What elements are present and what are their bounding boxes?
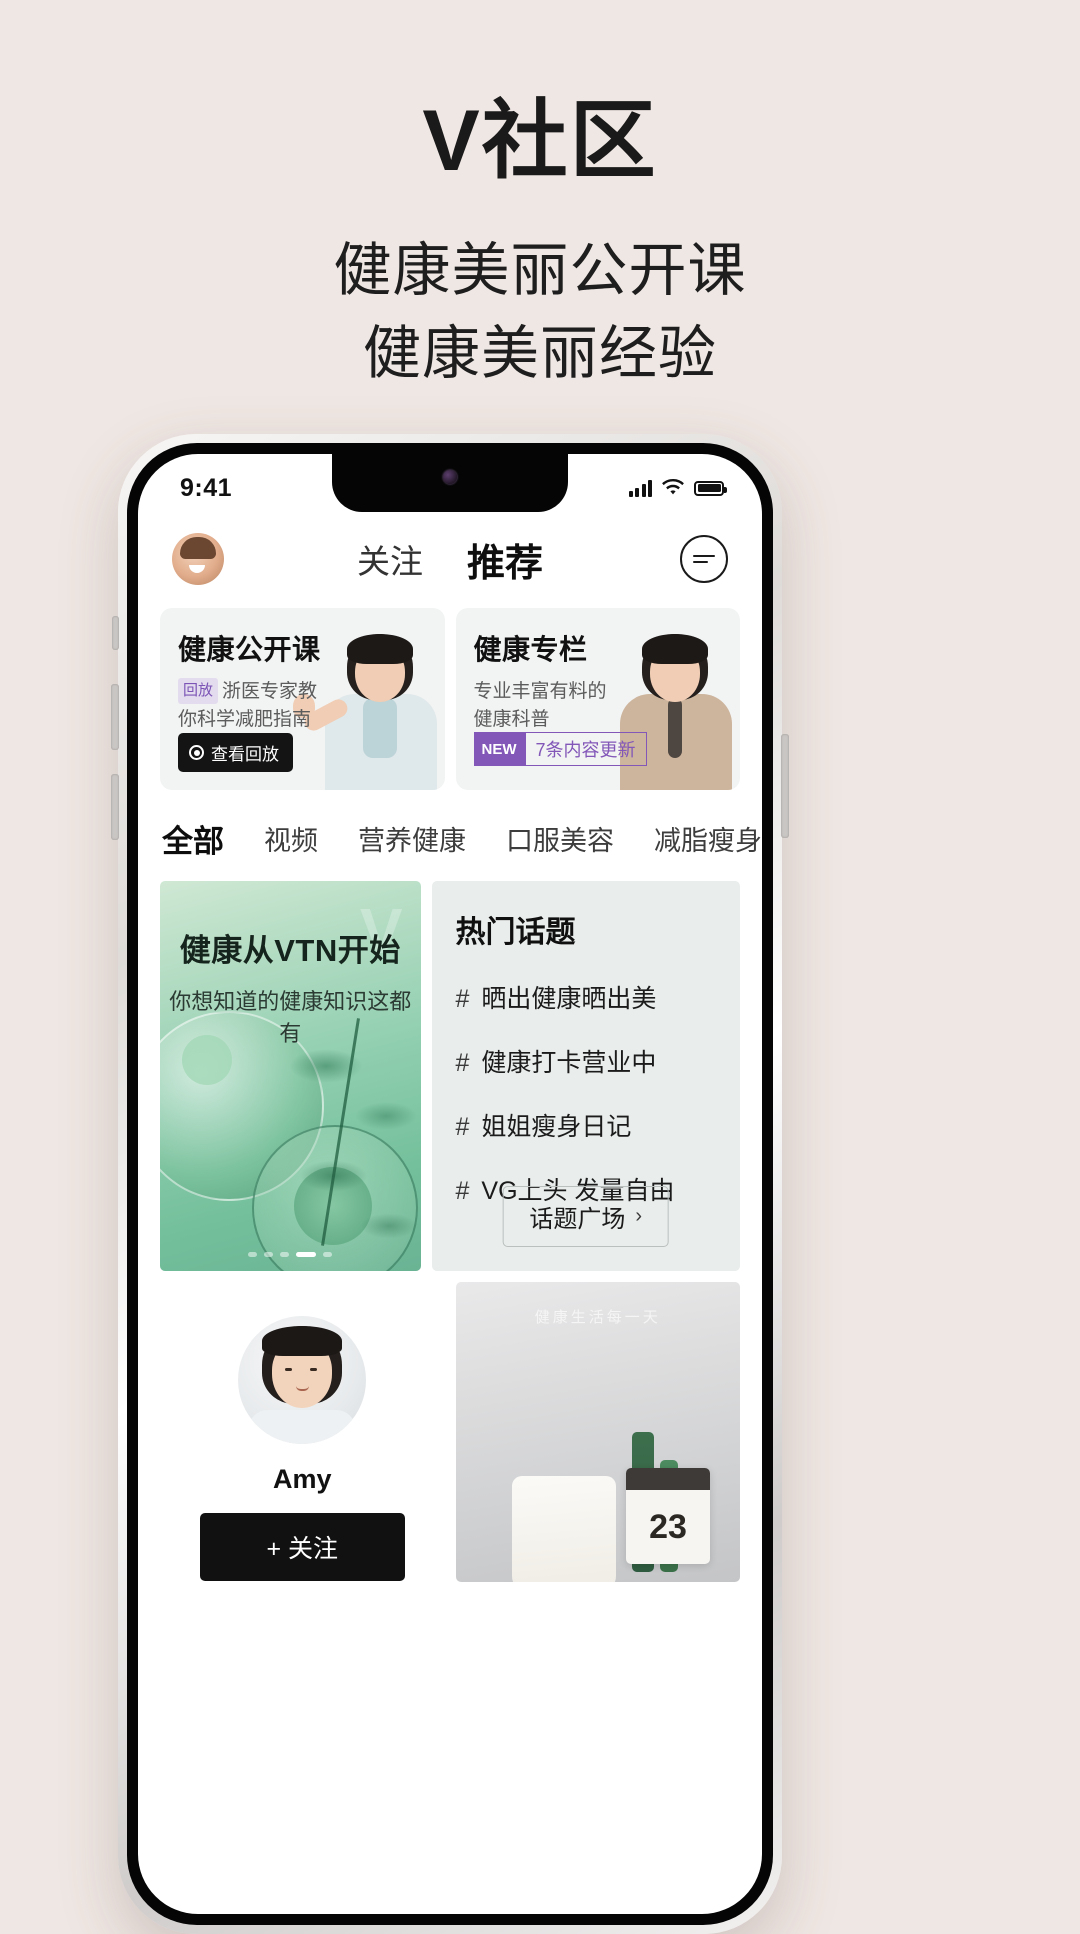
hot-topics-title: 热门话题	[455, 916, 576, 949]
category-tabs: 全部 视频 营养健康 口服美容 减脂瘦身 护	[138, 790, 762, 881]
topic-plaza-label: 话题广场	[529, 1206, 626, 1233]
message-bubble-icon[interactable]	[680, 535, 728, 583]
app-navigation-bar: 关注 推荐	[138, 516, 762, 602]
category-tab-all[interactable]: 全部	[162, 816, 224, 861]
avatar[interactable]	[172, 533, 224, 585]
poster-header: V社区 健康美丽公开课 健康美丽经验	[0, 0, 1080, 395]
topic-plaza-button[interactable]: 话题广场 ›	[502, 1186, 670, 1247]
power-button[interactable]	[781, 734, 789, 838]
banner-desc-line-2: 健康科普	[473, 708, 550, 730]
topic-label: 姐姐瘦身日记	[481, 1113, 632, 1141]
topic-item[interactable]: # 晒出健康晒出美	[456, 979, 717, 1015]
view-replay-label: 查看回放	[211, 745, 279, 764]
banner-desc-line-1: 专业丰富有料的	[473, 681, 607, 702]
banner-description: 专业丰富有料的 健康科普	[474, 678, 624, 733]
category-tab-slimming[interactable]: 减脂瘦身	[654, 819, 762, 858]
topic-label: 健康打卡营业中	[481, 1049, 657, 1077]
banner-card-health-column[interactable]: 健康专栏 专业丰富有料的 健康科普 NEW 7条内容更新	[455, 608, 740, 790]
phone-screen: 9:41 关注 推荐 健康公开课 回放 浙医专家教 你科学减肥指南 查看回放 健…	[138, 454, 762, 1914]
cellular-signal-icon	[628, 479, 652, 497]
banner-row: 健康公开课 回放 浙医专家教 你科学减肥指南 查看回放 健康专栏 专业丰富有料的…	[138, 602, 762, 790]
milk-glass	[511, 1476, 616, 1582]
doctor-shirt	[362, 698, 397, 758]
leaf-illustration	[280, 1011, 421, 1261]
hot-topics-panel: 热门话题 # 晒出健康晒出美 # 健康打卡营业中 # 姐姐瘦身日记 # VG上头…	[431, 881, 740, 1271]
volume-up-button[interactable]	[111, 684, 119, 750]
battery-icon	[694, 480, 727, 496]
poster-subtitle-line-2: 健康美丽经验	[362, 320, 717, 386]
avatar	[238, 1316, 367, 1444]
mute-switch[interactable]	[112, 616, 119, 650]
hash-icon: #	[455, 1113, 470, 1141]
avatar-fringe	[262, 1326, 343, 1356]
desk-calendar: 23	[626, 1468, 710, 1564]
chevron-right-icon: ›	[635, 1205, 643, 1227]
vtn-subtitle: 你想知道的健康知识这都有	[169, 989, 412, 1046]
doctor-illustration	[292, 622, 445, 790]
banner-desc-line-1: 浙医专家教	[222, 681, 318, 702]
avatar-eye-right	[310, 1368, 318, 1371]
poster-subtitle-line-1: 健康美丽公开课	[333, 238, 747, 304]
carousel-dot[interactable]	[323, 1252, 333, 1257]
tab-following[interactable]: 关注	[357, 535, 423, 583]
phone-mockup: 9:41 关注 推荐 健康公开课 回放 浙医专家教 你科学减肥指南 查看回放 健…	[111, 434, 789, 1934]
carousel-dot-active[interactable]	[296, 1252, 317, 1257]
view-replay-button[interactable]: 查看回放	[178, 733, 293, 772]
wifi-icon	[662, 479, 684, 495]
vtn-title: 健康从VTN开始	[179, 933, 401, 968]
poster-title: V社区	[422, 93, 658, 189]
new-count-label: 7条内容更新	[524, 732, 647, 766]
calendar-day: 23	[649, 1508, 687, 1546]
model-fringe	[642, 634, 708, 664]
tab-recommended[interactable]: 推荐	[467, 532, 543, 587]
carousel-dot[interactable]	[264, 1252, 274, 1257]
vtn-promo-card[interactable]: V 健康从VTN开始 你想知道的健康知识这都有	[160, 881, 421, 1271]
carousel-dot[interactable]	[248, 1252, 258, 1257]
model-belt	[668, 698, 682, 758]
follow-button[interactable]: + 关注	[200, 1513, 405, 1581]
bottom-card-row: Amy + 关注 健康生活每一天 23	[138, 1271, 762, 1582]
avatar-coat	[248, 1410, 357, 1444]
status-bar: 9:41	[138, 454, 762, 516]
doctor-fringe	[346, 634, 413, 664]
phone-bezel: 9:41 关注 推荐 健康公开课 回放 浙医专家教 你科学减肥指南 查看回放 健…	[127, 443, 773, 1925]
volume-down-button[interactable]	[111, 774, 119, 840]
new-content-badge: NEW 7条内容更新	[473, 732, 647, 766]
photo-post-card[interactable]: 健康生活每一天 23	[455, 1282, 740, 1582]
category-tab-oral-beauty[interactable]: 口服美容	[506, 819, 614, 858]
banner-desc-line-2: 你科学减肥指南	[178, 708, 312, 730]
carousel-dot[interactable]	[280, 1252, 290, 1257]
hash-icon: #	[455, 1049, 470, 1077]
record-circle-icon	[189, 745, 204, 760]
topic-label: 晒出健康晒出美	[481, 985, 657, 1013]
carousel-dots[interactable]	[248, 1252, 333, 1257]
hash-icon: #	[455, 1177, 470, 1205]
banner-description: 回放 浙医专家教 你科学减肥指南	[178, 678, 328, 733]
replay-tag: 回放	[178, 678, 219, 704]
hash-icon: #	[455, 985, 470, 1013]
topic-item[interactable]: # 健康打卡营业中	[456, 1043, 717, 1079]
category-tab-nutrition[interactable]: 营养健康	[358, 819, 466, 858]
topic-item[interactable]: # 姐姐瘦身日记	[456, 1107, 717, 1143]
user-card[interactable]: Amy + 关注	[160, 1282, 445, 1582]
new-label: NEW	[473, 732, 525, 766]
feature-row: V 健康从VTN开始 你想知道的健康知识这都有 热门话题 # 晒出健康晒出美 #…	[138, 881, 762, 1271]
category-tab-video[interactable]: 视频	[264, 819, 318, 858]
photo-watermark: 健康生活每一天	[534, 1309, 661, 1326]
user-name: Amy	[272, 1464, 332, 1494]
poster-subtitle: 健康美丽公开课 健康美丽经验	[0, 230, 1080, 395]
status-time: 9:41	[180, 473, 233, 502]
status-indicators	[628, 479, 727, 497]
vtn-text-block: 健康从VTN开始 你想知道的健康知识这都有	[160, 881, 421, 1048]
calendar-header	[626, 1468, 710, 1490]
avatar-eye-left	[285, 1368, 293, 1371]
banner-card-open-class[interactable]: 健康公开课 回放 浙医专家教 你科学减肥指南 查看回放	[160, 608, 445, 790]
nav-tabs: 关注 推荐	[138, 516, 762, 602]
